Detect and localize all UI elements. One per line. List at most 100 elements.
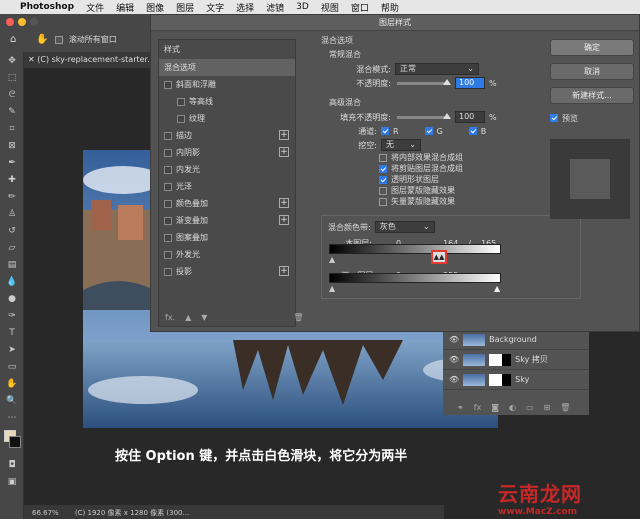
underlying-white-slider[interactable]: ▲ (494, 284, 500, 293)
blur-tool-icon[interactable]: 💧 (0, 273, 24, 290)
style-checkbox[interactable] (164, 80, 172, 89)
more-tools-icon[interactable]: ⋯ (0, 409, 24, 426)
zoom-window-button[interactable] (30, 18, 38, 26)
minimize-window-button[interactable] (18, 18, 26, 26)
new-style-button[interactable]: 新建样式... (550, 87, 634, 104)
marquee-tool-icon[interactable]: ⬚ (0, 69, 24, 86)
advanced-option-checkbox[interactable] (379, 153, 387, 162)
style-checkbox[interactable] (164, 199, 172, 208)
add-style-icon[interactable]: + (279, 266, 289, 276)
adjustment-icon[interactable]: ◐ (509, 403, 516, 412)
fx-icon[interactable]: fx. (165, 313, 175, 322)
layer-row[interactable]: 👁 Sky 拷贝 (443, 350, 589, 370)
opacity-input[interactable]: 100 (455, 77, 485, 89)
close-window-button[interactable] (6, 18, 14, 26)
menu-layer[interactable]: 图层 (176, 1, 194, 14)
eraser-tool-icon[interactable]: ▱ (0, 239, 24, 256)
hand-tool-icon[interactable]: ✋ (0, 375, 24, 392)
menu-help[interactable]: 帮助 (381, 1, 399, 14)
scroll-all-windows-checkbox[interactable] (54, 35, 63, 44)
gradient-tool-icon[interactable]: ▤ (0, 256, 24, 273)
add-style-icon[interactable]: + (279, 130, 289, 140)
add-style-icon[interactable]: + (279, 215, 289, 225)
style-item[interactable]: 图案叠加 (159, 229, 295, 246)
style-item[interactable]: 颜色叠加 + (159, 195, 295, 212)
hand-tool-icon[interactable]: ✋ (36, 34, 48, 45)
style-item[interactable]: 纹理 (159, 110, 295, 127)
shape-tool-icon[interactable]: ▭ (0, 358, 24, 375)
style-item[interactable]: 等高线 (159, 93, 295, 110)
style-checkbox[interactable] (177, 114, 185, 123)
menu-filter[interactable]: 滤镜 (266, 1, 284, 14)
move-down-icon[interactable]: ▼ (201, 313, 207, 322)
style-item[interactable]: 斜面和浮雕 (159, 76, 295, 93)
add-style-icon[interactable]: + (279, 147, 289, 157)
quick-select-tool-icon[interactable]: ✎ (0, 103, 24, 120)
knockout-select[interactable]: 无 ⌄ (381, 139, 421, 151)
eye-icon[interactable]: 👁 (449, 375, 459, 384)
menu-3d[interactable]: 3D (296, 2, 309, 12)
pen-tool-icon[interactable]: ✑ (0, 307, 24, 324)
style-checkbox[interactable] (164, 267, 172, 276)
preview-checkbox[interactable] (550, 114, 558, 122)
clone-stamp-tool-icon[interactable]: ♙ (0, 205, 24, 222)
close-tab-icon[interactable]: ✕ (28, 55, 37, 64)
style-checkbox[interactable] (164, 182, 172, 191)
layer-row[interactable]: 👁 Background (443, 330, 589, 350)
brush-tool-icon[interactable]: ✏ (0, 188, 24, 205)
advanced-option-checkbox[interactable] (379, 175, 387, 184)
eye-icon[interactable]: 👁 (449, 355, 459, 364)
mask-icon[interactable]: ◙ (491, 403, 499, 412)
ok-button[interactable]: 确定 (550, 39, 634, 56)
zoom-tool-icon[interactable]: 🔍 (0, 392, 24, 409)
trash-icon[interactable]: 🗑 (293, 313, 303, 322)
zoom-level[interactable]: 66.67% (32, 509, 59, 517)
dodge-tool-icon[interactable]: ● (0, 290, 24, 307)
type-tool-icon[interactable]: T (0, 324, 24, 341)
move-tool-icon[interactable]: ✥ (0, 52, 24, 69)
quick-mask-icon[interactable]: ◘ (0, 456, 24, 473)
style-item[interactable]: 混合选项 (159, 59, 295, 76)
lasso-tool-icon[interactable]: ᘓ (0, 86, 24, 103)
new-layer-icon[interactable]: ⊞ (544, 403, 551, 412)
move-up-icon[interactable]: ▲ (185, 313, 191, 322)
color-swatches[interactable] (0, 426, 23, 456)
trash-icon[interactable]: 🗑 (560, 403, 570, 412)
app-menu[interactable]: Photoshop (20, 2, 74, 12)
style-checkbox[interactable] (164, 233, 172, 242)
fx-icon[interactable]: fx (474, 403, 482, 412)
home-icon[interactable]: ⌂ (10, 34, 16, 45)
history-brush-tool-icon[interactable]: ↺ (0, 222, 24, 239)
menu-file[interactable]: 文件 (86, 1, 104, 14)
menu-select[interactable]: 选择 (236, 1, 254, 14)
menu-window[interactable]: 窗口 (351, 1, 369, 14)
style-item[interactable]: 渐变叠加 + (159, 212, 295, 229)
underlying-black-slider[interactable]: ▲ (329, 284, 335, 293)
style-checkbox[interactable] (164, 250, 172, 259)
style-checkbox[interactable] (164, 216, 172, 225)
channel-g-checkbox[interactable] (424, 127, 433, 135)
style-checkbox[interactable] (177, 97, 185, 106)
crop-tool-icon[interactable]: ⌗ (0, 120, 24, 137)
menu-view[interactable]: 视图 (321, 1, 339, 14)
opacity-slider[interactable] (397, 78, 451, 85)
healing-brush-tool-icon[interactable]: ✚ (0, 171, 24, 188)
channel-r-checkbox[interactable] (381, 127, 389, 135)
style-item[interactable]: 光泽 (159, 178, 295, 195)
this-layer-black-slider[interactable]: ▲ (329, 255, 335, 264)
style-item[interactable]: 内阴影 + (159, 144, 295, 161)
document-tab[interactable]: ✕ (C) sky-replacement-starter... (24, 52, 152, 68)
channel-b-checkbox[interactable] (468, 127, 477, 135)
link-icon[interactable]: ⚭ (457, 403, 464, 412)
style-item[interactable]: 投影 + (159, 263, 295, 280)
advanced-option-checkbox[interactable] (379, 186, 387, 195)
style-item[interactable]: 描边 + (159, 127, 295, 144)
style-checkbox[interactable] (164, 131, 172, 140)
advanced-option-checkbox[interactable] (379, 197, 387, 206)
fill-opacity-input[interactable]: 100 (455, 111, 485, 123)
style-item[interactable]: 内发光 (159, 161, 295, 178)
folder-icon[interactable]: ▭ (526, 403, 534, 412)
blend-if-select[interactable]: 灰色 ⌄ (374, 221, 435, 233)
eyedropper-tool-icon[interactable]: ✒ (0, 154, 24, 171)
frame-tool-icon[interactable]: ⊠ (0, 137, 24, 154)
